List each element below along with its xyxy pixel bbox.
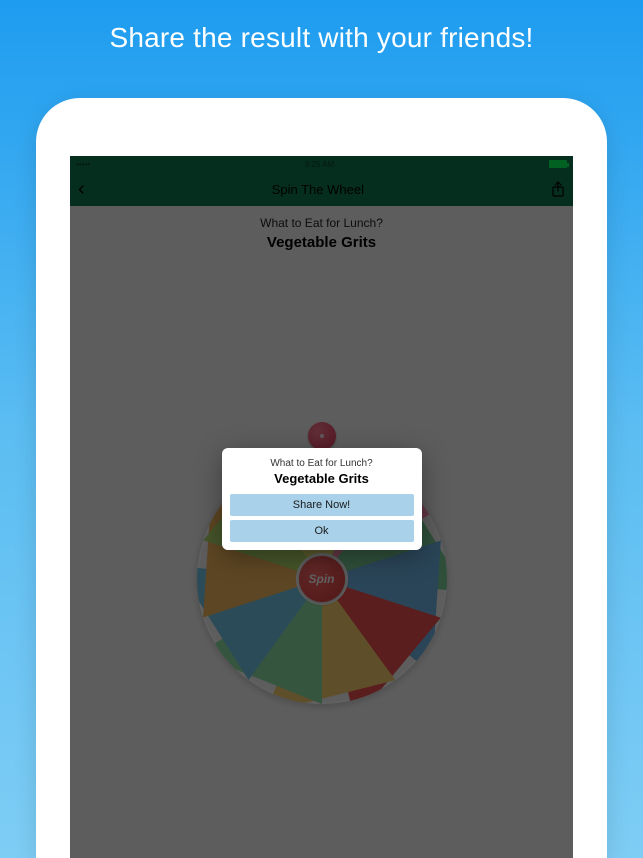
modal-result: Vegetable Grits — [230, 469, 414, 494]
ok-button[interactable]: Ok — [230, 520, 414, 542]
device-frame: ••••• 9:25 AM ‹ Spin The Wheel What to E… — [36, 98, 607, 858]
modal-question: What to Eat for Lunch? — [230, 458, 414, 469]
device-screen: ••••• 9:25 AM ‹ Spin The Wheel What to E… — [70, 156, 573, 858]
result-modal: What to Eat for Lunch? Vegetable Grits S… — [222, 448, 422, 550]
share-now-button[interactable]: Share Now! — [230, 494, 414, 516]
promo-caption: Share the result with your friends! — [0, 0, 643, 80]
